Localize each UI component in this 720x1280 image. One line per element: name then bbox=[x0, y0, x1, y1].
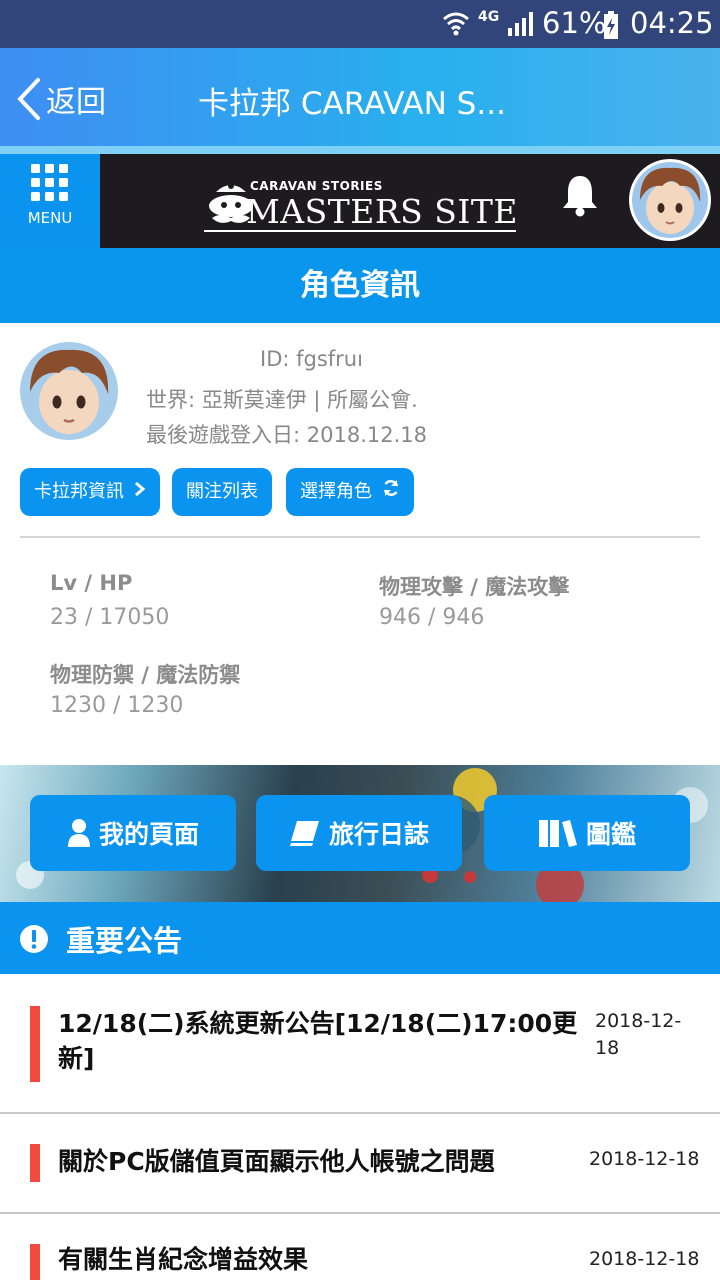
chevron-left-icon bbox=[17, 78, 40, 120]
travel-log-label: 旅行日誌 bbox=[328, 820, 429, 849]
menu-button[interactable]: MENU bbox=[0, 154, 100, 248]
last-login-date: 最後遊戲登入日: 2018.12.18 bbox=[146, 423, 427, 447]
app-header: 返回 卡拉邦 CARAVAN S... bbox=[0, 48, 720, 150]
user-icon bbox=[67, 819, 90, 847]
banner: 我的頁面 旅行日誌 圖鑑 bbox=[0, 765, 720, 902]
menu-label: MENU bbox=[27, 209, 73, 227]
notice-item[interactable]: 關於PC版儲值頁面顯示他人帳號之問題 2018-12-18 bbox=[0, 1114, 720, 1212]
notice-item[interactable]: 12/18(二)系統更新公告[12/18(二)17:00更新] 2018-12-… bbox=[0, 974, 720, 1112]
network-type: 4G bbox=[478, 9, 500, 25]
select-character-button[interactable]: 選擇角色 bbox=[286, 468, 414, 516]
notice-item-date: 2018-12-18 bbox=[595, 1010, 682, 1059]
attack-value: 946 / 946 bbox=[379, 605, 485, 630]
character-portrait-icon bbox=[20, 342, 118, 440]
notice-item-title: 關於PC版儲值頁面顯示他人帳號之問題 bbox=[58, 1147, 495, 1176]
player-world: 世界: 亞斯莫達伊 | 所屬公會. bbox=[146, 388, 418, 412]
battery-charging-icon bbox=[604, 11, 618, 39]
books-icon bbox=[538, 820, 577, 847]
encyclopedia-label: 圖鑑 bbox=[585, 820, 636, 849]
book-icon bbox=[289, 821, 319, 846]
follow-list-button[interactable]: 關注列表 bbox=[172, 468, 272, 516]
notice-title: 重要公告 bbox=[66, 924, 183, 958]
refresh-icon bbox=[383, 480, 398, 496]
notice-item-date: 2018-12-18 bbox=[589, 1248, 700, 1270]
menu-grid-icon bbox=[31, 164, 68, 201]
section-title: 角色資訊 bbox=[0, 248, 720, 323]
notice-marker bbox=[30, 1006, 40, 1082]
lv-hp-value: 23 / 17050 bbox=[50, 605, 170, 630]
notice-item-title: 有關生肖紀念增益效果 bbox=[58, 1245, 309, 1274]
page-title: 卡拉邦 CARAVAN S... bbox=[198, 86, 506, 122]
caravan-info-label: 卡拉邦資訊 bbox=[34, 481, 124, 502]
notice-marker bbox=[30, 1244, 40, 1280]
bell-icon[interactable] bbox=[560, 174, 600, 218]
logo-subtitle: CARAVAN STORIES bbox=[250, 179, 383, 193]
my-page-label: 我的頁面 bbox=[98, 820, 199, 849]
site-logo[interactable]: CARAVAN STORIES MASTERS SITE bbox=[200, 172, 520, 234]
encyclopedia-button[interactable]: 圖鑑 bbox=[484, 795, 690, 871]
notice-item-title: 12/18(二)系統更新公告[12/18(二)17:00更新] bbox=[58, 1009, 578, 1073]
follow-list-label: 關注列表 bbox=[186, 481, 258, 502]
signal-icon bbox=[508, 12, 533, 36]
back-button[interactable]: 返回 bbox=[14, 76, 106, 122]
back-label: 返回 bbox=[46, 85, 106, 120]
notice-header: 重要公告 bbox=[0, 902, 720, 974]
wifi-icon bbox=[443, 12, 469, 36]
caravan-info-button[interactable]: 卡拉邦資訊 bbox=[20, 468, 160, 516]
status-bar: 4G 61% 04:25 bbox=[0, 0, 720, 48]
player-id: ID: fgsfruı bbox=[260, 347, 363, 371]
header-divider bbox=[0, 146, 720, 154]
logo-underline bbox=[204, 230, 516, 232]
lv-hp-label: Lv / HP bbox=[50, 571, 133, 595]
battery-percent: 61% bbox=[542, 6, 607, 40]
avatar[interactable] bbox=[629, 159, 711, 241]
profile-avatar bbox=[20, 342, 118, 440]
alert-icon bbox=[20, 925, 48, 953]
chevron-right-icon bbox=[134, 481, 146, 497]
my-page-button[interactable]: 我的頁面 bbox=[30, 795, 236, 871]
select-character-label: 選擇角色 bbox=[300, 481, 372, 502]
defense-value: 1230 / 1230 bbox=[50, 693, 184, 718]
attack-label: 物理攻擊 / 魔法攻擊 bbox=[379, 575, 570, 599]
site-nav: MENU CARAVAN STORIES MASTERS SITE bbox=[0, 154, 720, 248]
notice-marker bbox=[30, 1144, 40, 1182]
travel-log-button[interactable]: 旅行日誌 bbox=[256, 795, 462, 871]
notice-item-date: 2018-12-18 bbox=[589, 1148, 700, 1170]
notice-item[interactable]: 有關生肖紀念增益效果 2018-12-18 bbox=[0, 1214, 720, 1280]
profile-divider bbox=[20, 536, 700, 538]
character-portrait-icon bbox=[632, 162, 708, 238]
clock: 04:25 bbox=[630, 6, 714, 40]
defense-label: 物理防禦 / 魔法防禦 bbox=[50, 663, 241, 687]
logo-title: MASTERS SITE bbox=[246, 192, 519, 231]
